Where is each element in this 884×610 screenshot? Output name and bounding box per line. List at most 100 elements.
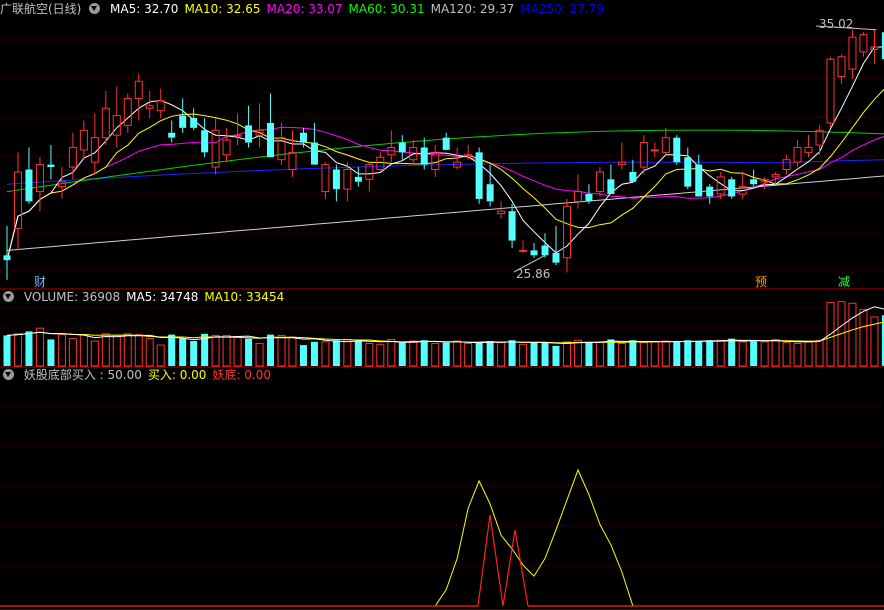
volume-bar	[101, 333, 110, 367]
volume-bar	[409, 340, 418, 367]
candle-body	[475, 152, 483, 199]
high-price-label: 35.02	[819, 17, 854, 31]
candle-body	[25, 169, 33, 202]
volume-legend-group: VOLUME: 36908 MA5: 34748 MA10: 33454	[24, 290, 290, 304]
indicator-legend-item-1: 买入: 0.00	[147, 368, 207, 382]
volume-bar	[771, 338, 780, 367]
volume-bar	[134, 334, 143, 367]
candle-body	[804, 146, 813, 153]
candle-body	[519, 249, 528, 252]
ma-legend-item-4: MA120: 29.37	[430, 2, 515, 16]
candle-body	[79, 129, 88, 151]
candle-body	[562, 205, 571, 259]
ma-legend-item-2: MA20: 33.07	[266, 2, 343, 16]
candle-body	[706, 186, 714, 197]
ma-legend-group: MA5: 32.70 MA10: 32.65 MA20: 33.07 MA60: 30…	[110, 2, 610, 16]
candle-body	[179, 115, 187, 128]
candle-body	[68, 146, 77, 168]
volume-bar	[354, 341, 362, 366]
volume-bar	[750, 341, 758, 366]
candle-body	[870, 46, 879, 50]
candle-body	[145, 105, 154, 109]
volume-bar	[3, 335, 11, 366]
candle-body	[837, 56, 846, 77]
candle-body	[3, 255, 11, 261]
volume-bar	[738, 341, 747, 367]
candle-body	[508, 211, 516, 241]
volume-bar	[190, 341, 198, 366]
candle-body	[639, 142, 648, 168]
dropdown-arrow-icon[interactable]	[3, 291, 14, 302]
volume-bar	[650, 341, 659, 367]
candle-body	[464, 154, 473, 157]
candle-body	[420, 147, 428, 165]
volume-legend-item-1: MA5: 34748	[126, 290, 199, 304]
dropdown-arrow-icon[interactable]	[89, 3, 101, 14]
candle-body	[47, 164, 55, 168]
volume-bar	[123, 333, 132, 367]
volume-bar	[321, 341, 330, 367]
candle-body	[497, 210, 506, 215]
volume-ma5-line	[6, 306, 884, 345]
volume-bar	[673, 341, 681, 366]
volume-bar	[35, 327, 44, 367]
candle-body	[552, 252, 560, 263]
volume-bar	[245, 338, 253, 366]
volume-bar	[343, 338, 352, 367]
volume-bar	[804, 341, 813, 367]
candle-body	[771, 173, 780, 178]
volume-bar	[716, 339, 725, 367]
volume-bar	[145, 338, 154, 367]
volume-bar	[552, 345, 560, 366]
volume-bar	[497, 342, 506, 367]
candle-body	[848, 36, 857, 70]
candle-body	[245, 125, 253, 143]
candle-body	[673, 137, 681, 163]
ma-legend-item-5: MA250: 27.79	[520, 2, 604, 16]
volume-bar	[442, 342, 450, 366]
main-panel-legend: 广联航空(日线) MA5: 32.70 MA10: 32.65 MA20: 33.0…	[0, 0, 616, 18]
volume-bar	[486, 341, 494, 366]
volume-bar	[706, 340, 714, 366]
candle-body	[376, 156, 385, 171]
stock-title: 广联航空(日线)	[0, 2, 82, 16]
candle-body	[728, 179, 736, 197]
volume-bar	[222, 334, 231, 367]
candle-body	[288, 151, 297, 171]
volume-bar	[299, 345, 307, 366]
candle-body	[607, 179, 615, 195]
candle-body	[267, 122, 275, 158]
reduce-marker[interactable]: 减	[838, 273, 850, 290]
candle-body	[530, 250, 538, 256]
candle-body	[101, 107, 110, 139]
volume-bar	[464, 342, 473, 367]
candle-body	[859, 34, 868, 53]
candle-body	[222, 139, 231, 156]
volume-bar	[793, 342, 802, 367]
volume-bar	[815, 339, 824, 367]
candle-body	[134, 80, 143, 99]
finance-marker[interactable]: 财	[34, 273, 46, 290]
candle-body	[650, 149, 659, 152]
candle-body	[782, 159, 791, 171]
volume-bar	[530, 342, 538, 366]
dropdown-arrow-icon[interactable]	[3, 369, 14, 380]
low-price-label: 25.86	[516, 267, 551, 281]
volume-ma10-line	[6, 321, 884, 344]
volume-bar	[387, 338, 396, 367]
volume-bar	[431, 342, 440, 367]
volume-bar	[585, 341, 593, 366]
ma-legend-item-3: MA60: 30.31	[348, 2, 425, 16]
forecast-marker[interactable]: 预	[755, 273, 767, 290]
candle-body	[190, 118, 198, 128]
volume-bar	[310, 341, 318, 366]
indicator-legend-item-0: 妖股底部买入 : 50.00	[23, 368, 142, 382]
candle-body	[815, 129, 824, 146]
volume-bar	[332, 340, 340, 366]
candle-body	[750, 179, 758, 185]
volume-bar	[617, 342, 626, 367]
volume-bar	[661, 340, 670, 367]
volume-bar	[90, 340, 99, 367]
volume-legend-item-2: MA10: 33454	[204, 290, 285, 304]
volume-bar	[760, 341, 769, 367]
